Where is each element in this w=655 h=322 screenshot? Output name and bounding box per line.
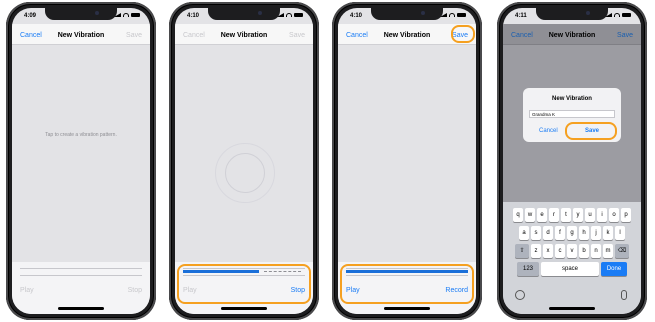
wifi-icon	[123, 13, 129, 17]
status-time: 4:10	[187, 13, 200, 19]
phone-1-screen: 4:09 Cancel New Vibration Save Tap to cr…	[12, 8, 150, 314]
status-time: 4:09	[24, 13, 37, 19]
key[interactable]: w	[525, 208, 535, 222]
save-button[interactable]: Save	[289, 32, 305, 39]
save-button[interactable]: Save	[617, 32, 633, 39]
phone-2-screen: 4:10 Cancel New Vibration Save Play Stop	[175, 8, 313, 314]
key[interactable]: s	[531, 226, 541, 240]
nav-bar: Cancel New Vibration Save	[503, 24, 641, 45]
keyboard-row-3: ⇧ z x c v b n m ⌫	[503, 244, 641, 258]
key[interactable]: j	[591, 226, 601, 240]
home-indicator	[58, 307, 104, 310]
touch-ripple-inner	[225, 153, 265, 193]
key[interactable]: p	[621, 208, 631, 222]
notch	[536, 8, 608, 20]
space-key[interactable]: space	[541, 262, 599, 276]
phone-2: 4:10 Cancel New Vibration Save Play Stop	[169, 2, 319, 320]
key[interactable]: l	[615, 226, 625, 240]
phone-1: 4:09 Cancel New Vibration Save Tap to cr…	[6, 2, 156, 320]
wifi-icon	[286, 13, 292, 17]
keyboard-row-1: q w e r t y u i o p	[503, 208, 641, 222]
key[interactable]: c	[555, 244, 565, 258]
key[interactable]: z	[531, 244, 541, 258]
key[interactable]: b	[579, 244, 589, 258]
key[interactable]: v	[567, 244, 577, 258]
key[interactable]: a	[519, 226, 529, 240]
battery-icon	[622, 13, 631, 17]
phone-3-screen: 4:10 Cancel New Vibration Save Play Reco…	[338, 8, 476, 314]
highlight-ring	[565, 122, 617, 140]
alert-cancel-button[interactable]: Cancel	[539, 128, 558, 134]
battery-icon	[131, 13, 140, 17]
key[interactable]: e	[537, 208, 547, 222]
shift-key[interactable]: ⇧	[515, 244, 529, 258]
keyboard-row-4: 123 space Done	[503, 262, 641, 276]
nav-bar: Cancel New Vibration Save	[175, 24, 313, 45]
key[interactable]: o	[609, 208, 619, 222]
status-time: 4:10	[350, 13, 363, 19]
keyboard: q w e r t y u i o p a s d f g h j k l ⇧ …	[503, 202, 641, 314]
highlight-ring	[177, 264, 311, 304]
phone-4: 4:11 Cancel New Vibration Save New Vibra…	[497, 2, 647, 320]
key[interactable]: h	[579, 226, 589, 240]
play-button[interactable]: Play	[20, 287, 34, 294]
save-button[interactable]: Save	[126, 32, 142, 39]
stop-button[interactable]: Stop	[128, 287, 142, 294]
tap-hint: Tap to create a vibration pattern.	[45, 132, 117, 138]
home-indicator	[384, 307, 430, 310]
alert-title: New Vibration	[552, 96, 592, 102]
key[interactable]: d	[543, 226, 553, 240]
key[interactable]: g	[567, 226, 577, 240]
key[interactable]: y	[573, 208, 583, 222]
key[interactable]: k	[603, 226, 613, 240]
notch	[371, 8, 443, 20]
keyboard-row-2: a s d f g h j k l	[503, 226, 641, 240]
name-alert: New Vibration Grandma K Cancel Save	[523, 88, 621, 142]
name-field[interactable]: Grandma K	[529, 110, 615, 118]
numbers-key[interactable]: 123	[517, 262, 539, 276]
phone-3: 4:10 Cancel New Vibration Save Play Reco…	[332, 2, 482, 320]
key[interactable]: i	[597, 208, 607, 222]
notch	[208, 8, 280, 20]
wifi-icon	[449, 13, 455, 17]
delete-key[interactable]: ⌫	[615, 244, 629, 258]
key[interactable]: m	[603, 244, 613, 258]
battery-icon	[294, 13, 303, 17]
key[interactable]: f	[555, 226, 565, 240]
battery-icon	[457, 13, 466, 17]
key[interactable]: q	[513, 208, 523, 222]
bottom-panel: Play Stop	[12, 262, 150, 314]
phone-4-screen: 4:11 Cancel New Vibration Save New Vibra…	[503, 8, 641, 314]
key[interactable]: r	[549, 208, 559, 222]
home-indicator	[221, 307, 267, 310]
nav-bar: Cancel New Vibration Save	[12, 24, 150, 45]
key[interactable]: x	[543, 244, 553, 258]
microphone-icon[interactable]	[621, 290, 627, 300]
notch	[45, 8, 117, 20]
key[interactable]: n	[591, 244, 601, 258]
highlight-ring	[340, 264, 474, 304]
globe-icon[interactable]	[515, 290, 525, 300]
key[interactable]: t	[561, 208, 571, 222]
key[interactable]: u	[585, 208, 595, 222]
vibration-track	[20, 268, 142, 276]
highlight-ring	[451, 25, 475, 43]
wifi-icon	[614, 13, 620, 17]
done-key[interactable]: Done	[601, 262, 627, 276]
status-time: 4:11	[515, 13, 527, 19]
home-indicator	[549, 307, 595, 310]
